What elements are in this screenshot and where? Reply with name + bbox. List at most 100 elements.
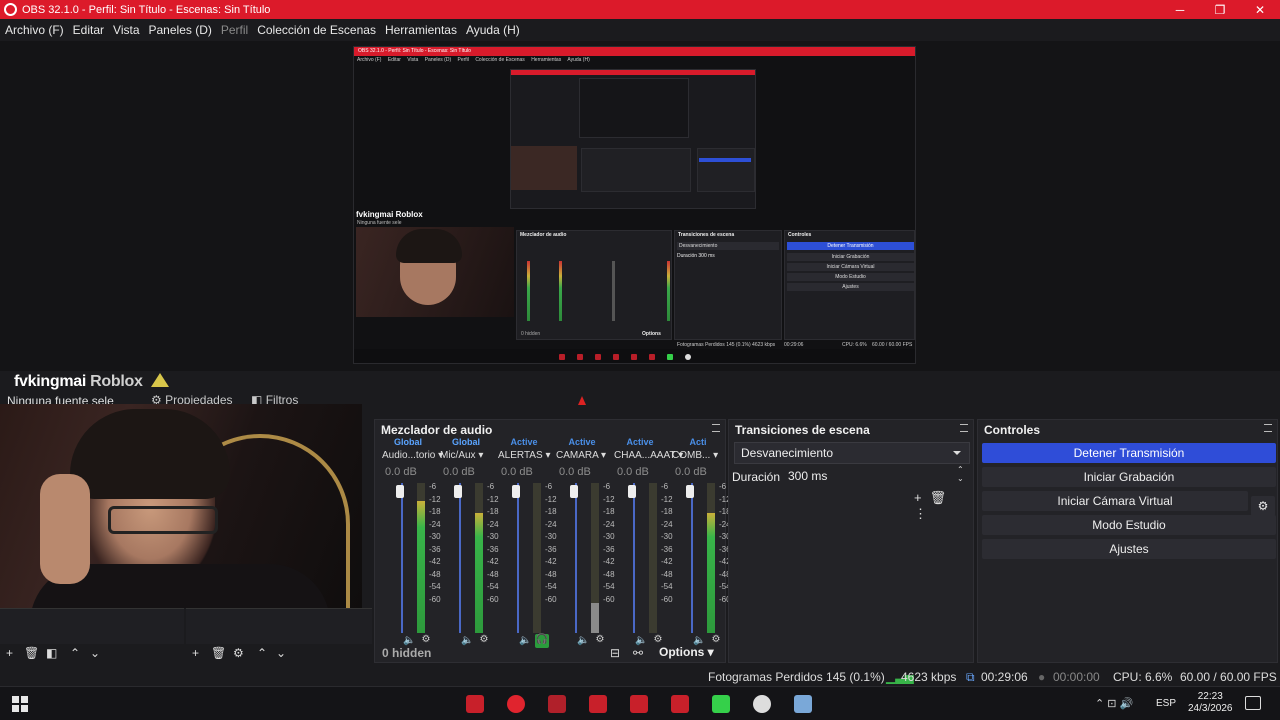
channel-name[interactable]: Audio...torio ▾ [382,450,443,461]
menu-archivo[interactable]: Archivo (F) [5,23,64,37]
menu-editar[interactable]: Editar [73,23,104,37]
channel-db: 0.0 dB [617,466,649,478]
nested-transitions-title: Transiciones de escena [678,232,735,238]
panel-undock-icon[interactable] [1264,424,1272,432]
sources-list[interactable] [186,608,372,644]
taskbar-app-steam-icon[interactable] [794,695,812,713]
taskbar-app-opera-icon[interactable] [507,695,525,713]
channel-name[interactable]: Mic/Aux ▾ [440,450,483,461]
source-settings-icon[interactable]: ⚙ [233,646,244,660]
source-down-icon[interactable]: ⌄ [276,646,286,660]
clock-date: 24/3/2026 [1188,703,1233,714]
add-scene-icon[interactable]: + [6,646,13,660]
menu-paneles[interactable]: Paneles (D) [149,23,212,37]
add-transition-icon[interactable]: + [914,490,930,505]
speaker-icon[interactable]: 🔈 [403,635,415,646]
scene-filters-icon[interactable]: ◧ [46,646,57,660]
panel-undock-icon[interactable] [960,424,968,432]
nested-menu-item: Archivo (F) [357,57,382,63]
speaker-icon[interactable]: 🔈 [635,635,647,646]
monitor-icon[interactable]: ⚙ [593,634,607,648]
notification-icon[interactable] [1245,696,1261,710]
add-source-icon[interactable]: + [192,646,199,660]
studio-mode-button[interactable]: Modo Estudio [982,515,1276,535]
brand-name: fvkingmai [14,373,86,390]
scenes-list[interactable] [0,608,184,644]
more-options-icon[interactable]: ⋮ [914,506,935,521]
nested-transition-select: Desvanecimiento [677,242,779,250]
volume-slider[interactable] [401,483,403,633]
volume-slider-handle[interactable] [396,485,404,498]
muted-speaker-icon[interactable]: 🔈 [577,635,589,646]
remove-transition-icon[interactable]: 🗑 [930,490,955,505]
language-indicator[interactable]: ESP [1156,698,1176,709]
volume-slider[interactable] [459,483,461,633]
remove-scene-icon[interactable]: 🗑 [24,646,39,660]
speaker-icon[interactable]: 🔈 [461,635,473,646]
panel-undock-icon[interactable] [712,424,720,432]
muted-speaker-icon[interactable]: 🔈 [519,635,531,646]
channel-tag: Active [626,437,654,447]
windows-start-icon[interactable] [12,696,28,712]
virtual-camera-settings-icon[interactable]: ⚙ [1251,496,1275,516]
nested-title-bar: OBS 32.1.0 - Perfil: Sin Título - Escena… [354,47,915,56]
transition-select[interactable]: Desvanecimiento [734,442,970,464]
title-bar: OBS 32.1.0 - Perfil: Sin Título - Escena… [0,0,1280,19]
source-up-icon[interactable]: ⌃ [257,646,267,660]
remove-source-icon[interactable]: 🗑 [211,646,226,660]
channel-db: 0.0 dB [675,466,707,478]
start-recording-button[interactable]: Iniciar Grabación [982,467,1276,487]
move-down-icon[interactable]: ⌄ [90,646,100,660]
taskbar-app-obs-icon[interactable] [753,695,771,713]
volume-slider-handle[interactable] [628,485,636,498]
minimize-button[interactable]: ─ [1160,3,1200,17]
nested-webcam [356,227,514,317]
menu-coleccion-escenas[interactable]: Colección de Escenas [257,23,376,37]
channel-db: 0.0 dB [385,466,417,478]
duration-spinbox[interactable]: 300 ms [784,466,969,486]
taskbar-app-app-red-1-icon[interactable] [466,695,484,713]
volume-slider[interactable] [691,483,693,633]
taskbar-app-kick-icon[interactable] [712,695,730,713]
link-icon[interactable]: ⚯ [633,646,643,660]
volume-meter [417,483,425,633]
volume-slider[interactable] [633,483,635,633]
volume-slider[interactable] [517,483,519,633]
nested-menu-item: Perfil [457,57,469,63]
channel-db: 0.0 dB [559,466,591,478]
volume-slider-handle[interactable] [454,485,462,498]
monitor-icon[interactable]: ⚙ [477,634,491,648]
taskbar-app-app-red-3-icon[interactable] [548,695,566,713]
menu-herramientas[interactable]: Herramientas [385,23,457,37]
volume-slider-handle[interactable] [512,485,520,498]
channel-name[interactable]: COMB... ▾ [672,450,718,461]
nested-control-button: Modo Estudio [787,273,914,281]
menu-bar: Archivo (F) Editar Vista Paneles (D) Per… [0,19,1280,41]
windows-taskbar: ⌃ ⊡ 🔊 ESP 22:23 24/3/2026 [0,686,1280,720]
maximize-button[interactable]: ❐ [1200,3,1240,17]
start-virtual-camera-button[interactable]: Iniciar Cámara Virtual [982,491,1248,511]
volume-slider-handle[interactable] [570,485,578,498]
clock[interactable]: 22:23 24/3/2026 [1188,691,1233,715]
channel-name[interactable]: ALERTAS ▾ [498,450,550,461]
move-up-icon[interactable]: ⌃ [70,646,80,660]
close-button[interactable]: ✕ [1240,3,1280,17]
volume-slider[interactable] [575,483,577,633]
system-tray-icons[interactable]: ⌃ ⊡ 🔊 [1095,697,1133,710]
headphones-icon[interactable]: 🎧 [535,634,549,648]
nested-control-button: Iniciar Grabación [787,253,914,261]
stop-streaming-button[interactable]: Detener Transmisión [982,443,1276,463]
deeper-webcam [511,146,577,190]
taskbar-app-app-red-4-icon[interactable] [589,695,607,713]
layout-icon[interactable]: ⊟ [610,646,620,660]
menu-perfil[interactable]: Perfil [221,23,248,37]
taskbar-app-app-red-5-icon[interactable] [630,695,648,713]
settings-button[interactable]: Ajustes [982,539,1276,559]
menu-vista[interactable]: Vista [113,23,139,37]
spin-arrows-icon[interactable]: ⌃ ⌄ [957,465,964,483]
channel-name[interactable]: CAMARA ▾ [556,450,606,461]
volume-slider-handle[interactable] [686,485,694,498]
menu-ayuda[interactable]: Ayuda (H) [466,23,520,37]
options-button[interactable]: Options ▾ [659,645,714,659]
taskbar-app-app-red-6-icon[interactable] [671,695,689,713]
